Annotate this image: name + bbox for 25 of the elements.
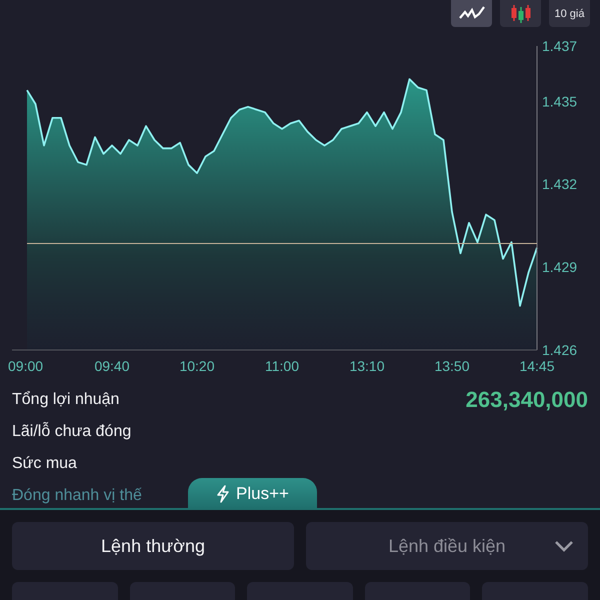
y-axis-label: 1.435 <box>542 93 578 110</box>
y-axis-label: 1.426 <box>542 342 578 358</box>
lightning-icon <box>216 484 230 502</box>
x-axis-label: 09:00 <box>8 358 44 374</box>
x-axis-label: 09:40 <box>94 358 130 374</box>
line-chart-icon <box>458 6 484 22</box>
y-axis-label: 1.437 <box>542 38 578 54</box>
x-axis-label: 13:50 <box>434 358 470 374</box>
x-axis-label: 10:20 <box>179 358 215 374</box>
order-type-tab[interactable]: Lệnh thường <box>12 522 294 570</box>
x-axis-label: 14:45 <box>519 358 555 374</box>
x-axis-label: 13:10 <box>349 358 385 374</box>
summary-label: Sức mua <box>12 455 77 473</box>
candlestick-button[interactable] <box>500 0 541 27</box>
x-axis-label: 11:00 <box>265 358 299 374</box>
summary-label: Tổng lợi nhuận <box>12 391 120 409</box>
summary-label: Lãi/lỗ chưa đóng <box>12 423 132 441</box>
plus-tab[interactable]: Plus++ <box>188 478 317 509</box>
profit-value: 263,340,000 <box>466 387 588 413</box>
line-chart-button[interactable] <box>451 0 492 27</box>
order-type-tab[interactable]: Lệnh điều kiện <box>306 522 588 570</box>
price-levels-button[interactable]: 10 giá <box>549 0 590 27</box>
quick-close-link[interactable]: Đóng nhanh vị thế <box>12 487 142 505</box>
y-axis-label: 1.429 <box>542 259 578 276</box>
y-axis-label: 1.432 <box>542 176 578 192</box>
